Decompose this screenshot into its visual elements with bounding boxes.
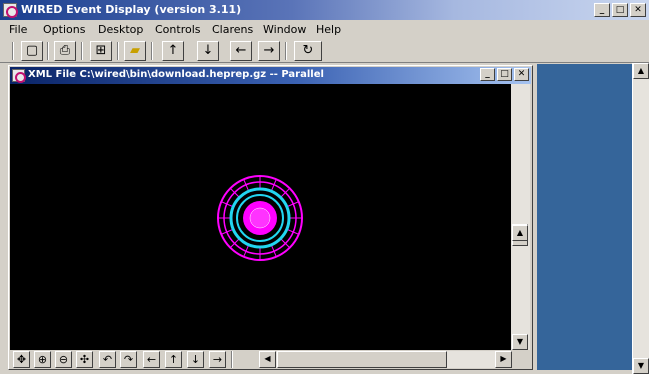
scroll-up-button[interactable]: ▲ <box>633 63 649 79</box>
toolbar-separator <box>151 42 153 60</box>
scroll-down-button[interactable]: ▼ <box>633 358 649 374</box>
print-icon: ⎙ <box>59 43 71 58</box>
toolbar-separator <box>231 351 233 368</box>
toolbar-separator <box>117 42 119 60</box>
move-icon: ✥ <box>16 353 27 366</box>
zoom-in-icon: ⊕ <box>37 353 48 366</box>
menu-options[interactable]: Options <box>43 23 85 36</box>
menu-help[interactable]: Help <box>316 23 341 36</box>
maximize-button[interactable]: □ <box>612 3 628 17</box>
open-folder-icon: ▰ <box>130 43 140 58</box>
arrow-up-button[interactable]: ↑ <box>162 41 184 61</box>
nav-left-button[interactable]: ← <box>143 351 160 368</box>
arrow-left-icon: ◀ <box>264 354 271 363</box>
scroll-left-button[interactable]: ◀ <box>259 351 276 368</box>
arrow-down-icon: ↓ <box>190 353 201 366</box>
internal-window-icon[interactable] <box>12 69 26 83</box>
arrow-up-icon: ↑ <box>167 43 179 58</box>
navigation-toolbar: ✥ ⊕ ⊖ ✣ ↶ ↷ ← ↑ ↓ → ◀ ▶ <box>10 351 531 369</box>
rotate-ccw-button[interactable]: ↶ <box>99 351 116 368</box>
tree-button[interactable]: ⊞ <box>90 41 112 61</box>
scroll-up-button[interactable]: ▲ <box>512 225 528 241</box>
rotate-cw-button[interactable]: ↷ <box>120 351 137 368</box>
arrow-right-icon: ▶ <box>500 354 507 363</box>
rotate-cw-icon: ↷ <box>123 353 134 366</box>
scroll-down-button[interactable]: ▼ <box>512 334 528 350</box>
internal-title-bar[interactable]: XML File C:\wired\bin\download.heprep.gz… <box>10 67 531 84</box>
move-button[interactable]: ✥ <box>13 351 30 368</box>
toolbar-separator <box>81 42 83 60</box>
new-icon: ▢ <box>25 43 39 58</box>
arrow-up-icon: ▲ <box>516 228 524 237</box>
arrow-down-button[interactable]: ↓ <box>197 41 219 61</box>
main-window: WIRED Event Display (version 3.11) _ □ ✕… <box>0 0 649 374</box>
menu-file[interactable]: File <box>9 23 27 36</box>
zoom-out-icon: ⊖ <box>58 353 69 366</box>
arrow-down-icon: ▼ <box>516 337 524 346</box>
arrow-up-icon: ▲ <box>637 66 645 75</box>
rotate-icon: ↻ <box>302 43 314 58</box>
menu-window[interactable]: Window <box>263 23 306 36</box>
internal-close-button[interactable]: ✕ <box>514 68 529 81</box>
title-bar[interactable]: WIRED Event Display (version 3.11) _ □ ✕ <box>0 0 649 20</box>
scroll-thumb[interactable] <box>277 351 447 368</box>
nav-down-button[interactable]: ↓ <box>187 351 204 368</box>
app-icon[interactable] <box>3 3 18 18</box>
print-button[interactable]: ⎙ <box>54 41 76 61</box>
arrow-left-icon: ← <box>146 353 157 366</box>
zoom-out-button[interactable]: ⊖ <box>55 351 72 368</box>
right-panel <box>537 64 632 370</box>
pan-icon: ✣ <box>79 353 90 366</box>
window-title: WIRED Event Display (version 3.11) <box>21 3 242 16</box>
internal-window-title: XML File C:\wired\bin\download.heprep.gz… <box>28 69 324 80</box>
pan-button[interactable]: ✣ <box>76 351 93 368</box>
main-vertical-scrollbar[interactable]: ▲ ▼ <box>632 63 649 374</box>
zoom-in-button[interactable]: ⊕ <box>34 351 51 368</box>
event-canvas[interactable] <box>10 84 511 350</box>
detector-view <box>217 175 303 261</box>
menu-bar: File Options Desktop Controls Clarens Wi… <box>0 20 649 39</box>
arrow-right-button[interactable]: → <box>258 41 280 61</box>
new-button[interactable]: ▢ <box>21 41 43 61</box>
toolbar-separator <box>47 42 49 60</box>
nav-right-button[interactable]: → <box>209 351 226 368</box>
nav-up-button[interactable]: ↑ <box>165 351 182 368</box>
arrow-down-icon: ↓ <box>202 43 214 58</box>
arrow-up-icon: ↑ <box>168 353 179 366</box>
canvas-vertical-scrollbar[interactable]: ▲ ▼ <box>511 84 530 350</box>
scroll-right-button[interactable]: ▶ <box>495 351 512 368</box>
canvas-horizontal-scrollbar[interactable]: ◀ ▶ <box>259 351 512 368</box>
toolbar-separator <box>285 42 287 60</box>
arrow-down-icon: ▼ <box>637 361 645 370</box>
menu-desktop[interactable]: Desktop <box>98 23 143 36</box>
close-button[interactable]: ✕ <box>630 3 646 17</box>
event-display-window: XML File C:\wired\bin\download.heprep.gz… <box>8 65 533 370</box>
arrow-left-button[interactable]: ← <box>230 41 252 61</box>
rotate-ccw-icon: ↶ <box>102 353 113 366</box>
toolbar-separator <box>12 42 14 60</box>
toolbar: ▢ ⎙ ⊞ ▰ ↑ ↓ ← → ↻ <box>0 39 649 63</box>
menu-clarens[interactable]: Clarens <box>212 23 253 36</box>
internal-maximize-button[interactable]: □ <box>497 68 512 81</box>
open-button[interactable]: ▰ <box>124 41 146 61</box>
detector-event-graphic <box>217 175 303 261</box>
arrow-left-icon: ← <box>235 43 247 58</box>
menu-controls[interactable]: Controls <box>155 23 201 36</box>
minimize-button[interactable]: _ <box>594 3 610 17</box>
arrow-right-icon: → <box>212 353 223 366</box>
arrow-right-icon: → <box>263 43 275 58</box>
tree-icon: ⊞ <box>95 43 107 58</box>
internal-minimize-button[interactable]: _ <box>480 68 495 81</box>
rotate-button[interactable]: ↻ <box>294 41 322 61</box>
